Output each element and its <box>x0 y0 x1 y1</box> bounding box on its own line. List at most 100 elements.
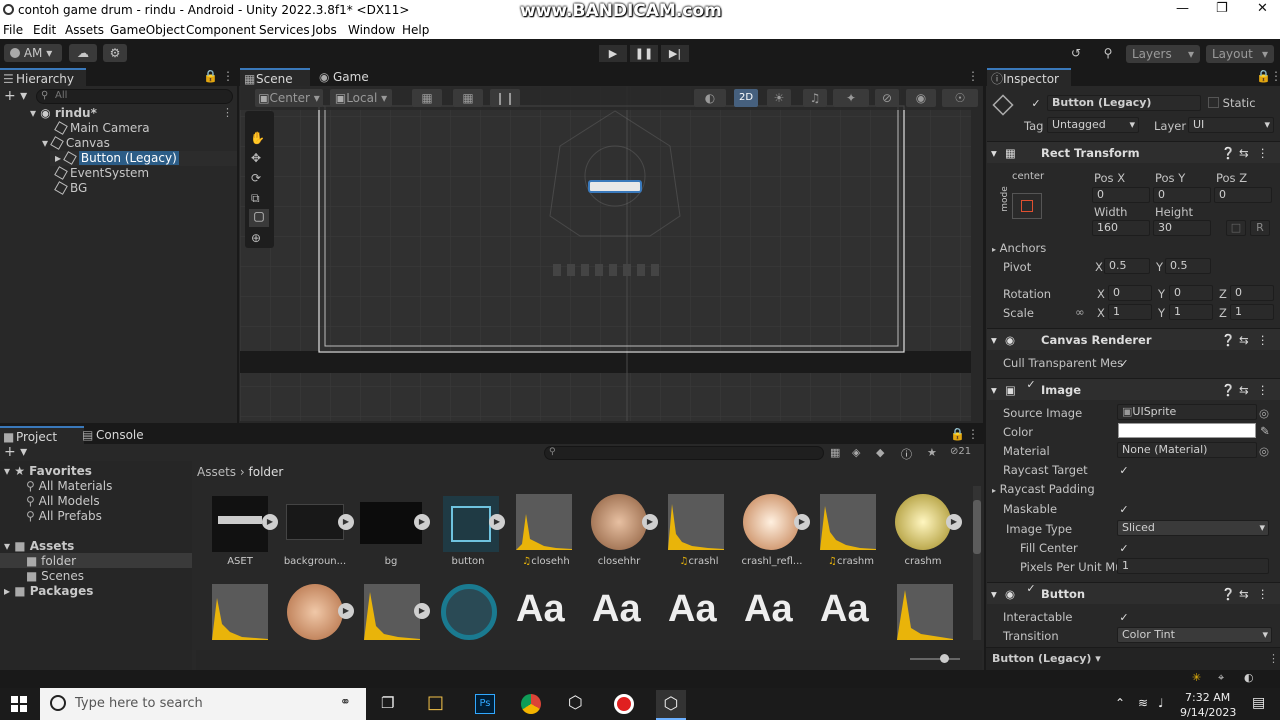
rect-transform-header[interactable]: ▾ ▦ Rect Transform ❔ ⇆ ⋮ <box>987 141 1280 163</box>
font-asset-icon[interactable]: Aa <box>744 588 793 631</box>
asset-thumb-audio[interactable] <box>516 494 572 550</box>
asset-thumb-cymbal[interactable] <box>287 584 343 640</box>
snap-increment-icon[interactable]: ❙❙ <box>490 89 520 107</box>
scene-root-item[interactable]: ▾ ◉ rindu* <box>30 106 97 120</box>
help-icon[interactable]: ❔ <box>1221 379 1235 401</box>
close-button[interactable]: ✕ <box>1257 1 1268 16</box>
image-type-dropdown[interactable]: Sliced ▾ <box>1117 520 1269 536</box>
scene-menu-icon[interactable]: ⋮ <box>967 69 979 83</box>
play-icon[interactable]: ▶ <box>946 514 962 530</box>
scale-tool-icon[interactable]: ⧉ <box>251 191 260 206</box>
progress-icon[interactable]: ⌖ <box>1218 671 1224 685</box>
asset-thumb-audio[interactable] <box>668 494 724 550</box>
unity-hub-icon[interactable]: ⬡ <box>568 693 583 713</box>
color-swatch[interactable] <box>1118 423 1256 438</box>
scale-x-field[interactable]: 1 <box>1108 304 1152 320</box>
layout-dropdown[interactable]: Layout ▾ <box>1206 45 1274 63</box>
help-icon[interactable]: ❔ <box>1221 583 1235 605</box>
width-field[interactable]: 160 <box>1092 220 1150 236</box>
asset-thumb-aset[interactable] <box>212 496 268 552</box>
scale-y-field[interactable]: 1 <box>1169 304 1213 320</box>
help-icon[interactable]: ❔ <box>1221 142 1235 164</box>
play-button[interactable]: ▶ <box>599 45 627 62</box>
active-checkbox[interactable]: ✓ <box>1030 96 1042 110</box>
menu-edit[interactable]: Edit <box>33 23 56 37</box>
ppu-field[interactable]: 1 <box>1117 558 1269 574</box>
panel-menu-icon[interactable]: ⋮ <box>222 69 234 83</box>
hierarchy-item-eventsystem[interactable]: EventSystem <box>54 166 149 180</box>
posx-field[interactable]: 0 <box>1092 187 1150 203</box>
tab-console[interactable]: ▤ Console <box>80 426 160 444</box>
interactable-checkbox[interactable]: ✓ <box>1118 610 1130 624</box>
tab-project[interactable]: ■ Project <box>0 426 84 444</box>
play-icon[interactable]: ▶ <box>338 603 354 619</box>
play-icon[interactable]: ▶ <box>489 514 505 530</box>
minimize-button[interactable]: — <box>1176 1 1189 16</box>
menu-assets[interactable]: Assets <box>65 23 104 37</box>
space-dropdown[interactable]: ▣Local ▾ <box>330 89 392 107</box>
button-enabled-checkbox[interactable]: ✓ <box>1025 583 1037 595</box>
chevron-up-icon[interactable]: ⌃ <box>1115 696 1125 710</box>
scene-view[interactable]: ✋ ✥ ⟳ ⧉ ▢ ⊕ <box>240 86 971 421</box>
create-asset-icon[interactable]: + ▾ <box>4 444 27 460</box>
hierarchy-search-input[interactable]: ⚲ All <box>36 89 233 104</box>
taskbar-search-input[interactable]: Type here to search ⚭ <box>40 688 366 720</box>
font-asset-icon[interactable]: Aa <box>516 588 565 631</box>
component-menu-icon[interactable]: ⋮ <box>1257 142 1269 164</box>
cache-icon[interactable]: ◐ <box>1244 671 1254 684</box>
breadcrumb-folder[interactable]: folder <box>249 465 284 479</box>
volume-icon[interactable]: ♩ <box>1158 696 1164 710</box>
grid-snap-icon[interactable]: ▦ <box>412 89 442 107</box>
info-icon[interactable]: ⓘ <box>901 446 912 462</box>
hidden-objects-icon[interactable]: ⊘ <box>875 89 899 107</box>
height-field[interactable]: 30 <box>1153 220 1211 236</box>
component-menu-icon[interactable]: ⋮ <box>1257 329 1269 351</box>
asset-thumb-audio[interactable] <box>212 584 268 640</box>
favorite-icon[interactable]: ★ <box>927 446 937 459</box>
photoshop-icon[interactable]: Ps <box>475 694 495 714</box>
help-icon[interactable]: ❔ <box>1221 329 1235 351</box>
tab-inspector[interactable]: ⓘ Inspector <box>987 68 1071 86</box>
hierarchy-item-button-legacy[interactable]: ▸ Button (Legacy) <box>55 151 179 165</box>
selected-button-gizmo[interactable] <box>588 180 642 193</box>
pause-button[interactable]: ❚❚ <box>630 45 658 62</box>
maskable-checkbox[interactable]: ✓ <box>1118 502 1130 516</box>
cull-transparent-checkbox[interactable]: ✓ <box>1118 356 1130 370</box>
play-icon[interactable]: ▶ <box>642 514 658 530</box>
menu-component[interactable]: Component <box>186 23 256 37</box>
effects-icon[interactable]: ✦ <box>833 89 869 107</box>
favorites-foldout[interactable]: ▾ ★ Favorites <box>4 464 92 478</box>
grid-toggle-icon[interactable]: ▦ <box>453 89 483 107</box>
favorite-all-materials[interactable]: ⚲ All Materials <box>26 479 112 493</box>
file-explorer-icon[interactable]: □ <box>427 692 444 713</box>
menu-file[interactable]: File <box>3 23 23 37</box>
pivot-x-field[interactable]: 0.5 <box>1104 258 1150 274</box>
maximize-button[interactable]: ❐ <box>1216 1 1228 16</box>
raycast-padding-foldout[interactable]: ▸ Raycast Padding <box>992 482 1095 496</box>
rotation-x-field[interactable]: 0 <box>1108 285 1152 301</box>
button-component-header[interactable]: ▾ ◉ ✓ Button ❔ ⇆ ⋮ <box>987 582 1280 604</box>
breadcrumb-assets[interactable]: Assets <box>197 465 236 479</box>
move-tool-icon[interactable]: ✥ <box>251 151 261 165</box>
source-image-field[interactable]: ▣UISprite <box>1117 404 1257 420</box>
preset-icon[interactable]: ⇆ <box>1239 142 1249 164</box>
play-icon[interactable]: ▶ <box>338 514 354 530</box>
filter-type-icon[interactable]: ▦ <box>830 446 840 459</box>
asset-thumb-background[interactable] <box>286 504 344 540</box>
clock-time[interactable]: 7:32 AM <box>1185 691 1230 704</box>
rotate-tool-icon[interactable]: ⟳ <box>251 171 261 185</box>
assets-foldout[interactable]: ▾ ■ Assets <box>4 539 74 553</box>
rotation-y-field[interactable]: 0 <box>1169 285 1213 301</box>
preset-icon[interactable]: ⇆ <box>1239 583 1249 605</box>
filter-label-icon[interactable]: ◈ <box>852 446 860 459</box>
component-menu-icon[interactable]: ⋮ <box>1257 379 1269 401</box>
task-view-icon[interactable]: ❐ <box>381 694 394 712</box>
audio-icon[interactable]: ♫ <box>803 89 827 107</box>
chrome-icon[interactable] <box>521 694 541 714</box>
favorite-all-models[interactable]: ⚲ All Models <box>26 494 100 508</box>
windows-start-icon[interactable] <box>11 696 27 712</box>
search-icon[interactable]: ⚲ <box>1096 44 1120 62</box>
pivot-y-field[interactable]: 0.5 <box>1165 258 1211 274</box>
play-icon[interactable]: ▶ <box>414 514 430 530</box>
anchors-foldout[interactable]: ▸ Anchors <box>992 241 1046 255</box>
